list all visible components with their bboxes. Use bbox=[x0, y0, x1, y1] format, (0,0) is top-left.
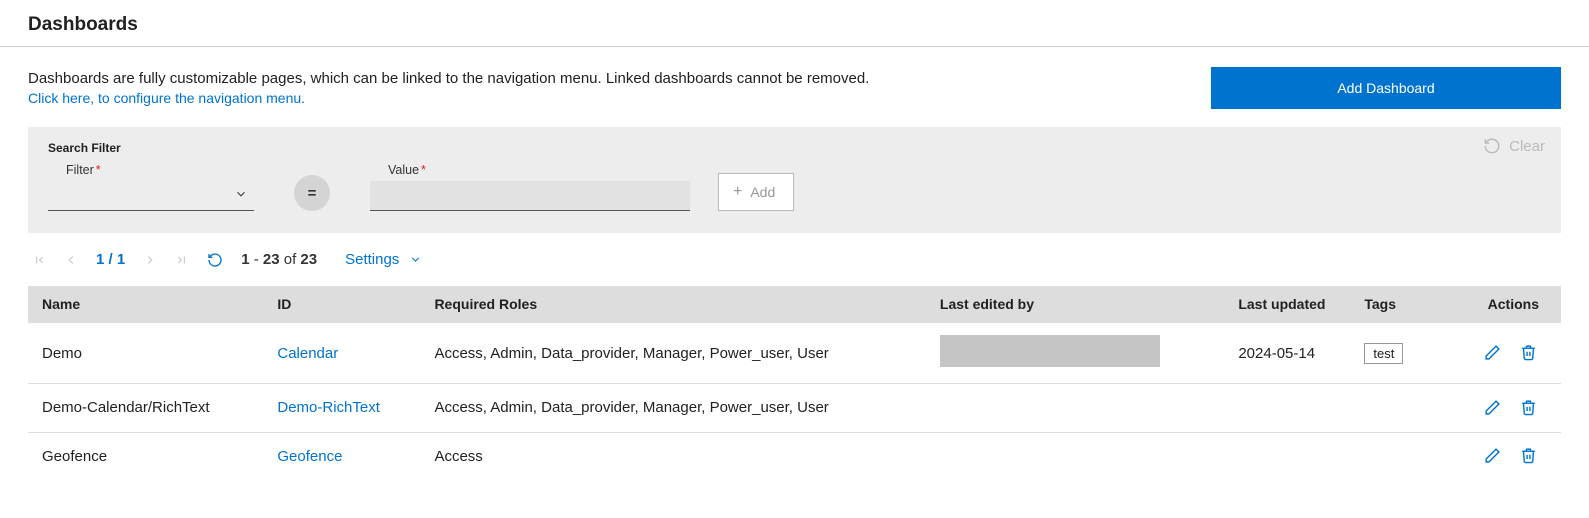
cell-edited-by bbox=[926, 432, 1224, 480]
col-updated[interactable]: Last updated bbox=[1224, 286, 1350, 323]
prev-page-button[interactable] bbox=[64, 253, 78, 267]
delete-button[interactable] bbox=[1517, 445, 1539, 467]
cell-id: Demo-RichText bbox=[263, 384, 420, 433]
table-settings-button[interactable]: Settings bbox=[345, 251, 422, 268]
first-page-button[interactable] bbox=[32, 253, 46, 267]
edit-button[interactable] bbox=[1481, 445, 1503, 467]
last-page-button[interactable] bbox=[175, 253, 189, 267]
id-link[interactable]: Demo-RichText bbox=[277, 399, 380, 416]
add-filter-button[interactable]: + Add bbox=[718, 173, 794, 211]
id-link[interactable]: Calendar bbox=[277, 345, 338, 362]
clear-label: Clear bbox=[1509, 138, 1545, 155]
intro-text: Dashboards are fully customizable pages,… bbox=[28, 67, 869, 90]
pagination-bar: 1 / 1 1 - 23 of 23 Settings bbox=[28, 233, 1561, 280]
refresh-icon bbox=[1483, 137, 1501, 155]
cell-id: Calendar bbox=[263, 323, 420, 384]
cell-updated bbox=[1224, 432, 1350, 480]
table-row: Demo Calendar Access, Admin, Data_provider… bbox=[28, 323, 1561, 384]
edit-button[interactable] bbox=[1481, 341, 1503, 363]
table-row: Demo-Calendar/RichText Demo-RichText Acces… bbox=[28, 384, 1561, 433]
filter-select[interactable] bbox=[48, 181, 254, 211]
dashboards-table: Name ID Required Roles Last edited by La… bbox=[28, 286, 1561, 480]
value-field-label: Value* bbox=[388, 163, 690, 177]
search-filter-title: Search Filter bbox=[48, 141, 1541, 155]
operator-badge[interactable]: = bbox=[294, 175, 330, 211]
cell-name: Geofence bbox=[28, 432, 263, 480]
refresh-button[interactable] bbox=[207, 252, 223, 268]
chevron-down-icon bbox=[234, 187, 248, 201]
page-indicator: 1 / 1 bbox=[96, 251, 125, 268]
filter-field-label: Filter* bbox=[66, 163, 254, 177]
cell-actions bbox=[1431, 384, 1561, 433]
cell-name: Demo bbox=[28, 323, 263, 384]
col-id[interactable]: ID bbox=[263, 286, 420, 323]
edit-button[interactable] bbox=[1481, 396, 1503, 418]
plus-icon: + bbox=[733, 183, 742, 201]
col-name[interactable]: Name bbox=[28, 286, 263, 323]
cell-edited-by bbox=[926, 384, 1224, 433]
value-input[interactable] bbox=[370, 181, 690, 211]
cell-name: Demo-Calendar/RichText bbox=[28, 384, 263, 433]
add-filter-label: Add bbox=[750, 184, 775, 200]
tag-badge: test bbox=[1364, 343, 1403, 364]
delete-button[interactable] bbox=[1517, 396, 1539, 418]
col-roles[interactable]: Required Roles bbox=[420, 286, 925, 323]
cell-tags: test bbox=[1350, 323, 1431, 384]
cell-updated bbox=[1224, 384, 1350, 433]
cell-actions bbox=[1431, 323, 1561, 384]
col-actions: Actions bbox=[1431, 286, 1561, 323]
cell-roles: Access, Admin, Data_provider, Manager, P… bbox=[420, 384, 925, 433]
cell-tags bbox=[1350, 384, 1431, 433]
col-edited-by[interactable]: Last edited by bbox=[926, 286, 1224, 323]
redacted-value bbox=[940, 335, 1160, 367]
page-title: Dashboards bbox=[0, 0, 1589, 46]
col-tags[interactable]: Tags bbox=[1350, 286, 1431, 323]
cell-updated: 2024-05-14 bbox=[1224, 323, 1350, 384]
cell-roles: Access bbox=[420, 432, 925, 480]
cell-id: Geofence bbox=[263, 432, 420, 480]
table-row: Geofence Geofence Access bbox=[28, 432, 1561, 480]
search-filter-panel: Search Filter Clear Filter* = Value* bbox=[28, 127, 1561, 233]
clear-filter-button[interactable]: Clear bbox=[1483, 137, 1545, 155]
intro-block: Dashboards are fully customizable pages,… bbox=[28, 67, 869, 106]
cell-tags bbox=[1350, 432, 1431, 480]
cell-actions bbox=[1431, 432, 1561, 480]
range-indicator: 1 - 23 of 23 bbox=[241, 251, 317, 268]
configure-nav-link[interactable]: Click here, to configure the navigation … bbox=[28, 90, 305, 106]
id-link[interactable]: Geofence bbox=[277, 448, 342, 465]
delete-button[interactable] bbox=[1517, 341, 1539, 363]
add-dashboard-button[interactable]: Add Dashboard bbox=[1211, 67, 1561, 109]
next-page-button[interactable] bbox=[143, 253, 157, 267]
cell-edited-by bbox=[926, 323, 1224, 384]
cell-roles: Access, Admin, Data_provider, Manager, P… bbox=[420, 323, 925, 384]
